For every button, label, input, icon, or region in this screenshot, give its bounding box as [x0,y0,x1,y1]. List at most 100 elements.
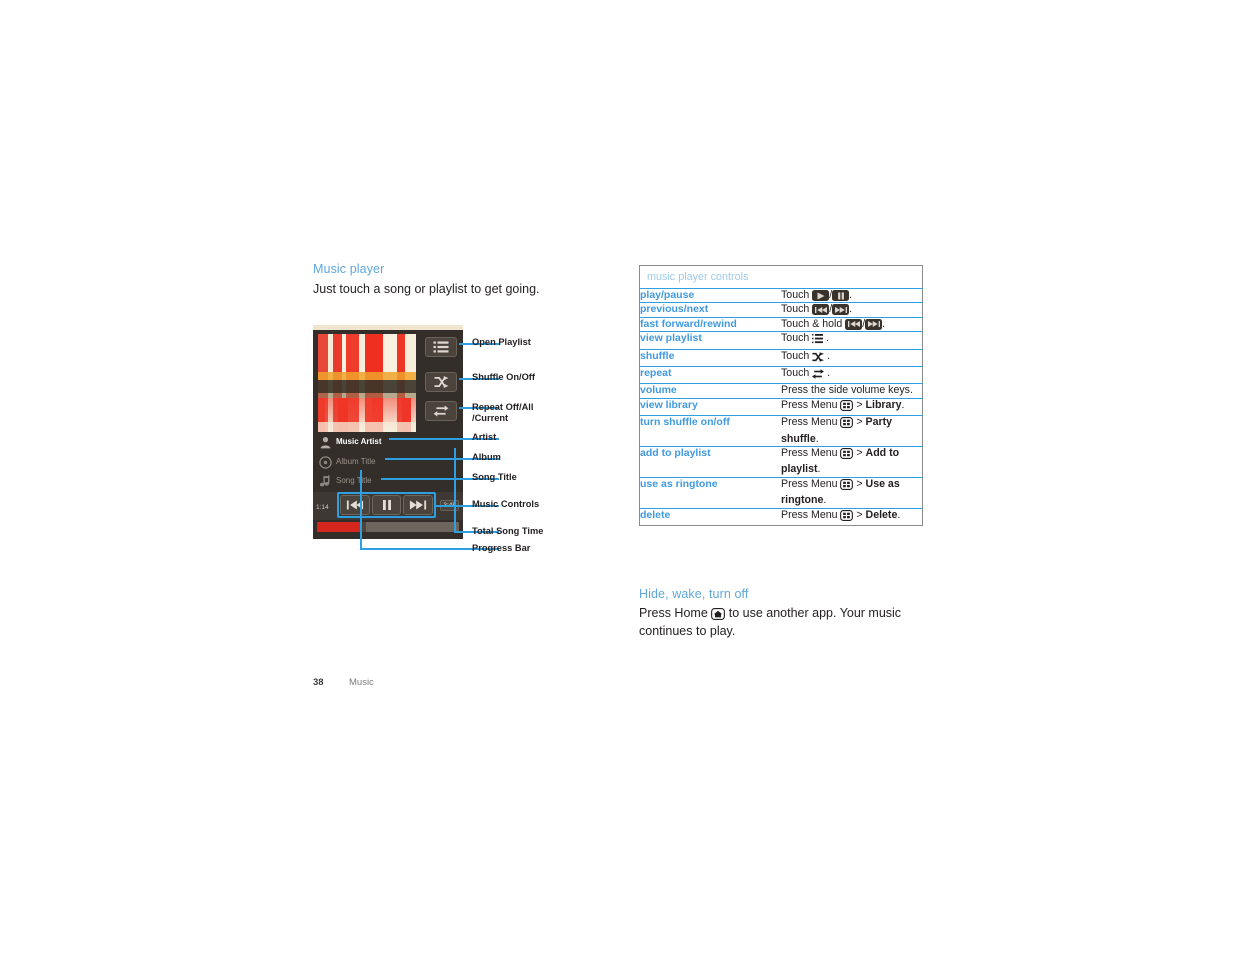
value-post: . [897,508,901,521]
row-value: Touch . [781,367,923,384]
pause-icon [832,290,850,301]
row-value: Press Menu > Use as ringtone. [781,477,923,508]
table-row: delete Press Menu > Delete. [639,508,923,525]
hide-wake-heading: Hide, wake, turn off [639,587,749,601]
progress-knob[interactable] [361,522,367,532]
callout-album: Album [472,452,501,462]
value-post: . [882,317,886,330]
value-post: . [823,494,827,507]
elapsed-time: 1:14 [316,504,329,511]
row-label: view library [640,398,698,411]
value-pre: Touch [781,349,813,362]
chapter-name: Music [349,677,374,688]
next-track-icon [832,304,850,316]
callout-artist: Artist [472,432,497,442]
home-key-icon [711,608,726,624]
callout-song-title: Song Title [472,472,517,482]
song-row: Song Title [319,474,455,491]
previous-track-icon [812,304,830,316]
value-bold: Library [865,398,902,411]
row-label: turn shuffle on/off [640,416,730,429]
repeat-icon [433,405,449,417]
value-mid: > [853,447,866,460]
callout-total-song-time: Total Song Time [472,526,544,536]
table-row: view library Press Menu > Library. [639,398,923,415]
value-pre: Press Menu [781,398,841,411]
shuffle-icon [434,376,449,388]
table-header-row: music player controls [640,266,923,289]
manual-page: Music player Just touch a song or playli… [0,0,1235,954]
row-value: Press the side volume keys. [781,384,923,398]
next-track-icon [865,318,883,330]
menu-key-icon [840,478,854,494]
table-row: add to playlist Press Menu > Add to play… [639,446,923,478]
menu-key-icon [840,509,854,525]
phone-screenshot-figure: Music Artist Album Title Song Title 1:14 [313,325,463,539]
value-pre: Press Menu [781,477,841,490]
row-label: add to playlist [640,447,711,460]
album-art [318,334,416,432]
previous-track-icon [845,318,863,330]
row-value: Touch /. [781,303,853,316]
artist-name: Music Artist [336,437,382,446]
table-row: volume Press the side volume keys. [639,383,923,398]
row-value: Press Menu > Party shuffle. [781,416,923,447]
callout-open-playlist: Open Playlist [472,337,531,347]
callout-repeat: Repeat Off/All /Current [472,402,534,423]
value-pre: Press the side volume keys. [781,384,913,397]
playlist-icon [433,341,449,353]
callout-music-controls: Music Controls [472,499,540,509]
callout-progress-bar: Progress Bar [472,543,531,553]
leader-total-song-time-v [454,448,456,531]
hide-wake-pre: Press Home [639,606,712,620]
page-footer: 38 Music [313,672,374,690]
music-controls-highlight [337,492,436,518]
progress-fill [317,522,362,532]
leader-progress-bar-v [360,470,362,549]
value-pre: Touch [781,332,813,345]
shuffle-toggle-button[interactable] [425,372,457,392]
row-label: view playlist [640,332,702,345]
table-row: view playlist Touch . [639,331,923,349]
row-label: play/pause [640,289,695,301]
artist-icon [319,436,332,449]
repeat-toggle-button[interactable] [425,401,457,421]
menu-key-icon [840,448,854,463]
music-note-icon [319,475,332,488]
repeat-icon [812,369,825,383]
value-post: . [849,289,853,301]
shuffle-icon [812,351,825,366]
table-row: shuffle Touch . [639,349,923,366]
table-row: turn shuffle on/off Press Menu > Party s… [639,415,923,447]
value-mid: > [853,398,866,411]
album-name: Album Title [336,457,376,466]
value-mid: > [853,416,866,429]
table-row: use as ringtone Press Menu > Use as ring… [639,477,923,508]
value-pre: Touch [781,367,813,380]
value-post: . [824,367,831,380]
table-row: repeat Touch . [639,366,923,384]
row-value: Touch /. [781,289,853,301]
open-playlist-button[interactable] [425,337,457,357]
row-label: fast forward/rewind [640,317,737,330]
value-mid: > [853,508,866,521]
table-row: previous/next Touch /. [639,302,923,317]
callout-shuffle: Shuffle On/Off [472,372,536,382]
row-label: previous/next [640,303,709,316]
disc-icon [319,456,332,469]
value-pre: Press Menu [781,416,841,429]
menu-key-icon [840,399,854,415]
value-post: . [823,332,830,345]
row-value: Press Menu > Add to playlist. [781,447,923,478]
row-label: delete [640,508,671,521]
progress-bar[interactable] [317,522,459,532]
table-row: play/pause Touch /. [639,288,923,303]
value-pre: Press Menu [781,447,841,460]
value-post: . [817,463,821,476]
phone-top-strip [313,325,463,330]
row-value: Press Menu > Library. [781,398,923,415]
value-post: . [815,432,819,445]
right-column: music player controls play/pause Touch /… [639,265,923,638]
value-pre: Press Menu [781,508,841,521]
value-pre: Touch [781,303,813,316]
